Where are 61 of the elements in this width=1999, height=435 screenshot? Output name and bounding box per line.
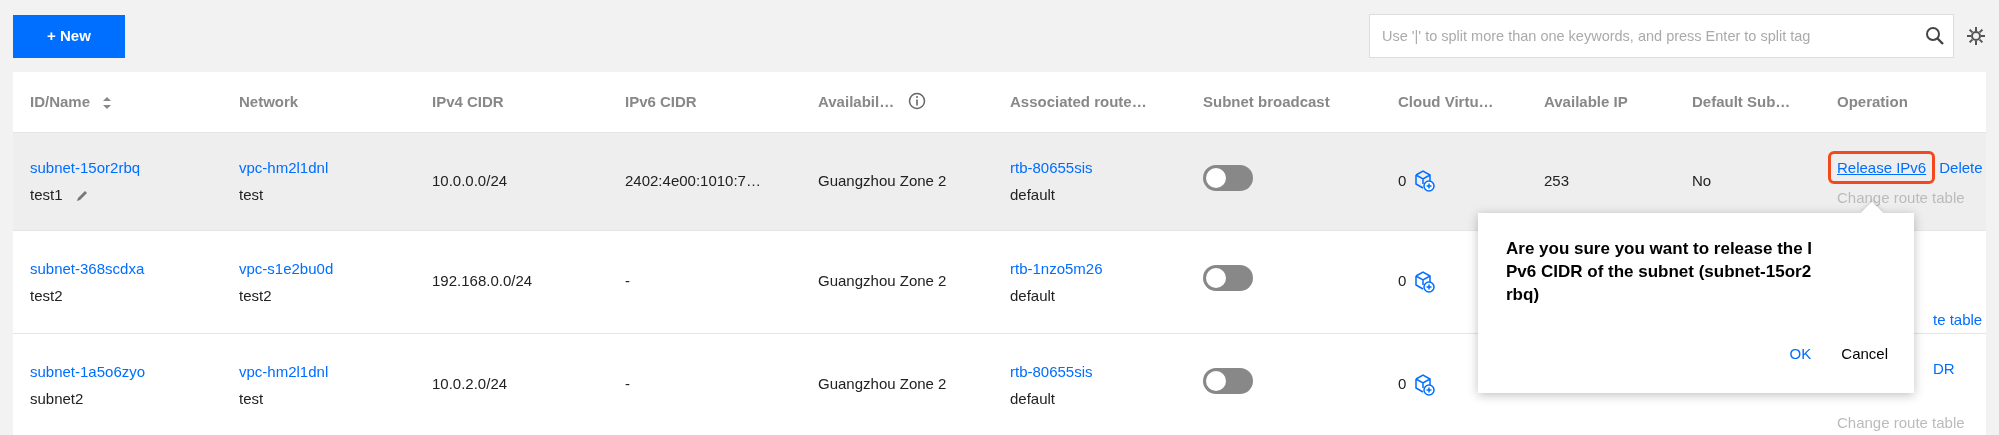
network-link[interactable]: vpc-hm2l1dnl xyxy=(239,357,329,385)
ipv4-cidr: 10.0.0.0/24 xyxy=(432,171,508,189)
route-table-name: default xyxy=(1010,286,1056,304)
settings-icon[interactable] xyxy=(1966,26,1986,46)
column-header: Network xyxy=(239,92,299,110)
column-header: IPv6 CIDR xyxy=(625,92,697,110)
sort-icon[interactable] xyxy=(102,95,113,110)
subnet-name: test1 xyxy=(30,186,63,203)
ipv4-cidr: 192.168.0.0/24 xyxy=(432,272,533,290)
broadcast-toggle[interactable] xyxy=(1203,265,1253,292)
zone-text: Guangzhou Zone 2 xyxy=(818,171,947,189)
column-header: Available IP xyxy=(1544,92,1628,110)
column-header: Default Sub… xyxy=(1692,92,1791,110)
confirm-message: Are you sure you want to release the IPv6 CIDR of the subnet (subnet-15or2rbq) xyxy=(1506,238,1814,306)
route-table-name: default xyxy=(1010,186,1056,203)
column-header: Operation xyxy=(1837,92,1908,110)
route-table-link[interactable]: rtb-80655sis xyxy=(1010,154,1093,181)
broadcast-toggle[interactable] xyxy=(1203,368,1253,395)
route-table-link[interactable]: rtb-80655sis xyxy=(1010,357,1093,385)
zone-text: Guangzhou Zone 2 xyxy=(818,375,947,393)
column-header: Cloud Virtu… xyxy=(1398,92,1494,110)
search-field[interactable]: Use '|' to split more than one keywords, and press Enter to split tag xyxy=(1369,14,1954,58)
operation-link[interactable]: Release IPv6 xyxy=(1828,151,1936,184)
zone-text: Guangzhou Zone 2 xyxy=(818,272,947,290)
instance-count: 0 xyxy=(1398,374,1407,395)
cancel-button[interactable]: Cancel xyxy=(1841,342,1888,365)
subnet-name: subnet2 xyxy=(30,389,84,407)
edit-icon[interactable] xyxy=(74,189,89,204)
default-subnet: No xyxy=(1692,171,1712,189)
route-table-name: default xyxy=(1010,389,1056,407)
instance-count: 0 xyxy=(1398,170,1407,191)
ok-button[interactable]: OK xyxy=(1789,342,1812,365)
subnet-name: test2 xyxy=(30,286,63,304)
ipv6-cidr: - xyxy=(625,272,630,290)
route-table-link[interactable]: rtb-1nzo5m26 xyxy=(1010,254,1103,282)
network-link[interactable]: vpc-s1e2bu0d xyxy=(239,254,334,282)
subnet-id-link[interactable]: subnet-368scdxa xyxy=(30,254,145,282)
network-name: test2 xyxy=(239,286,272,304)
ipv6-cidr: - xyxy=(625,375,630,393)
network-name: test xyxy=(239,186,264,203)
column-header: ID/Name xyxy=(30,92,91,110)
ipv6-cidr: 2402:4e00:1010:7… xyxy=(625,171,761,189)
network-name: test xyxy=(239,389,264,407)
subnet-id-link[interactable]: subnet-1a5o6zyo xyxy=(30,357,146,385)
add-instance-icon[interactable] xyxy=(1414,169,1437,193)
column-header: IPv4 CIDR xyxy=(432,92,504,110)
add-instance-icon[interactable] xyxy=(1414,269,1437,294)
subnet-id-link[interactable]: subnet-15or2rbq xyxy=(30,154,141,181)
instance-count: 0 xyxy=(1398,271,1407,292)
column-header: Associated route… xyxy=(1010,92,1147,110)
operation-link[interactable]: Delete xyxy=(1939,154,1983,181)
new-button[interactable]: + New xyxy=(13,14,125,58)
search-icon[interactable] xyxy=(1925,26,1945,46)
ipv4-cidr: 10.0.2.0/24 xyxy=(432,375,508,393)
column-header: Subnet broadcast xyxy=(1203,92,1330,110)
available-ip: 253 xyxy=(1544,171,1570,189)
add-instance-icon[interactable] xyxy=(1414,372,1437,397)
info-icon[interactable] xyxy=(908,91,927,110)
column-header: Availabil… xyxy=(818,92,895,110)
broadcast-toggle[interactable] xyxy=(1203,164,1253,191)
network-link[interactable]: vpc-hm2l1dnl xyxy=(239,154,329,181)
